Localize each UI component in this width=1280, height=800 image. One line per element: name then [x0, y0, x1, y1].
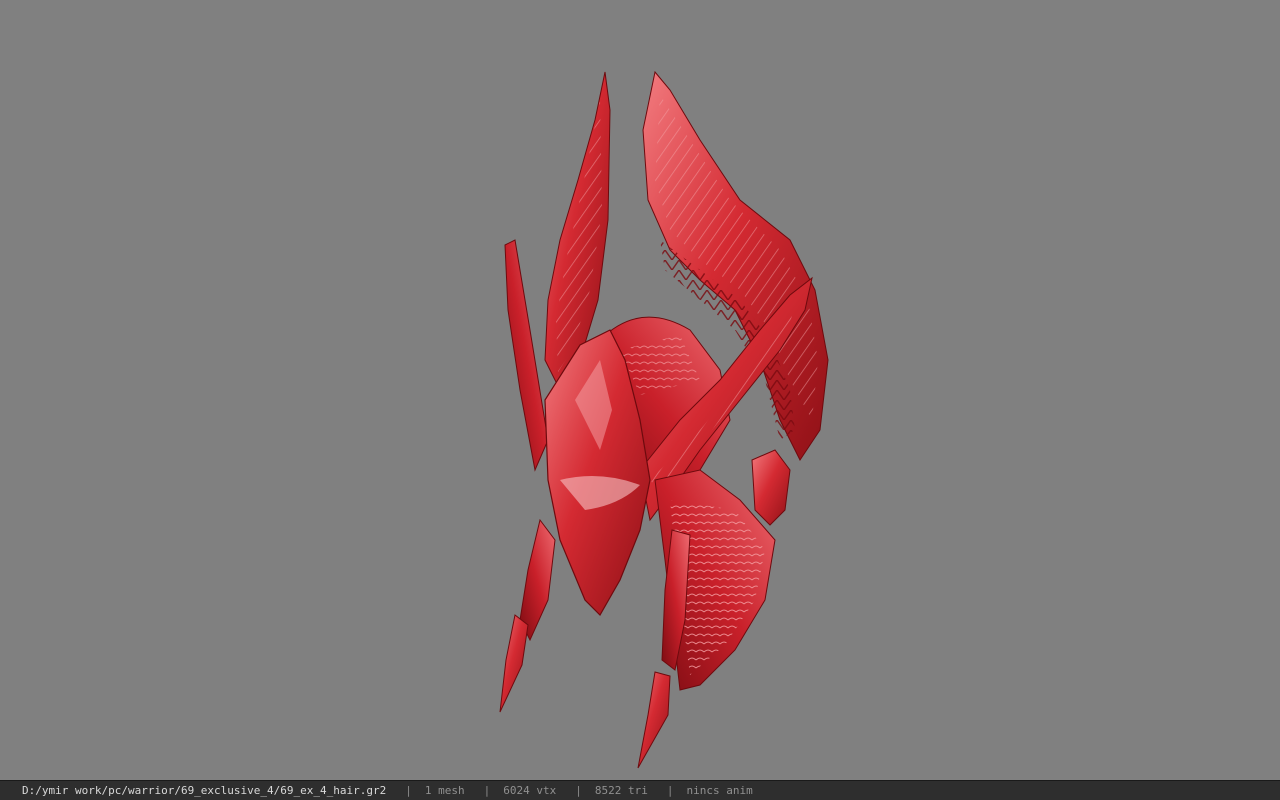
left-spike — [499, 614, 529, 713]
helmet-model — [499, 70, 829, 769]
separator: | — [405, 784, 412, 797]
file-path: D:/ymir work/pc/warrior/69_exclusive_4/6… — [22, 784, 387, 797]
anim-status: nincs anim — [686, 784, 753, 797]
status-bar: D:/ymir work/pc/warrior/69_exclusive_4/6… — [0, 780, 1280, 800]
left-tassel — [519, 518, 556, 642]
triangle-count: 8522 tri — [594, 784, 648, 797]
right-ornament — [751, 449, 791, 526]
3d-viewport[interactable] — [0, 0, 1280, 780]
mesh-count: 1 mesh — [424, 784, 465, 797]
separator: | — [666, 784, 674, 797]
separator: | — [575, 784, 582, 797]
vertex-count: 6024 vtx — [503, 784, 557, 797]
separator: | — [483, 784, 491, 797]
left-outer-blade — [504, 239, 549, 472]
center-spike — [637, 671, 671, 769]
